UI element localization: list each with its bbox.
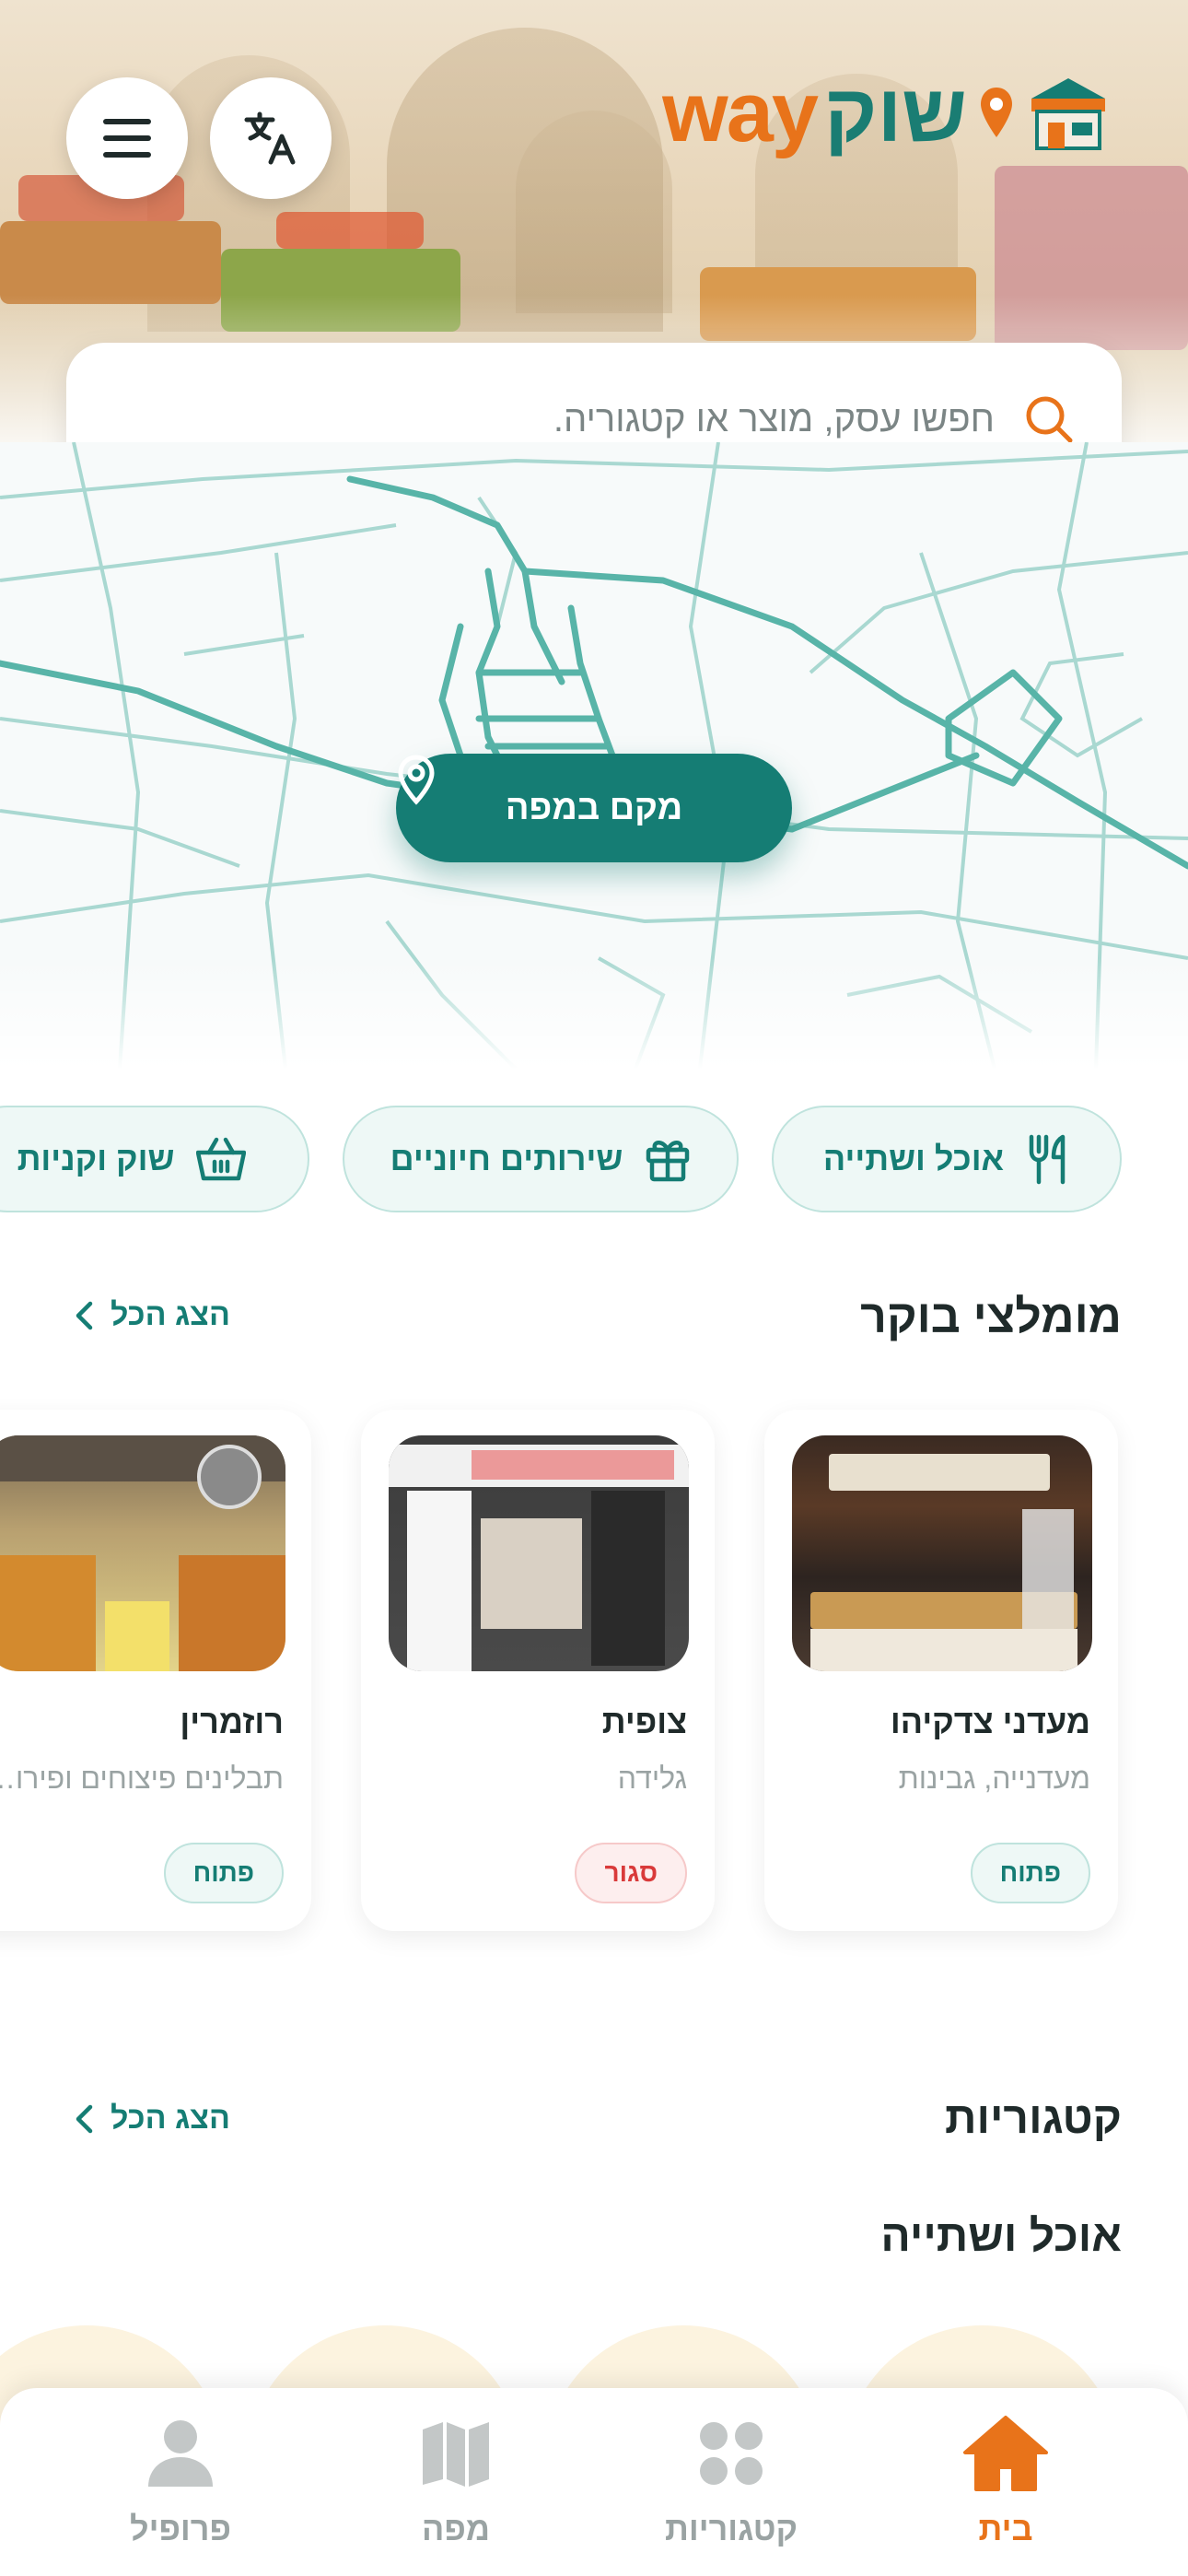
business-photo [792, 1435, 1092, 1671]
see-all-label: הצג הכל [111, 2101, 230, 2136]
chip-essential-services[interactable]: שירותים חיוניים [343, 1106, 739, 1212]
logo-latin-text: way [662, 65, 819, 159]
fork-knife-icon [1029, 1134, 1066, 1185]
logo-hebrew-text: שוק [824, 66, 967, 158]
business-name: רוזמרין [180, 1703, 284, 1740]
chip-food-drink[interactable]: אוכל ושתייה [772, 1106, 1122, 1212]
translate-icon [244, 111, 296, 165]
language-button[interactable] [210, 77, 332, 199]
chip-market-shopping[interactable]: שוק וקניות [0, 1106, 309, 1212]
business-photo [0, 1435, 285, 1671]
business-description: תבלינים פיצוחים ופירות יבשים [0, 1762, 284, 1795]
search-icon [1026, 396, 1073, 443]
map-pin-icon [981, 87, 1012, 137]
status-badge: סגור [575, 1843, 687, 1903]
search-input[interactable] [114, 398, 995, 440]
chevron-left-icon [76, 2104, 93, 2133]
map-pin-icon [398, 755, 435, 805]
category-chips: אוכל ושתייה שירותים חיוניים שוק וקניות [0, 1106, 1188, 1214]
nav-home[interactable]: בית [868, 2388, 1144, 2576]
recommended-title: מומלצי בוקר [860, 1291, 1122, 1342]
category-group-title: אוכל ושתייה [880, 2212, 1122, 2261]
menu-button[interactable] [66, 77, 188, 199]
chip-label: שוק וקניות [17, 1140, 175, 1177]
business-description: גלידה [617, 1762, 687, 1795]
locate-on-map-button[interactable]: מקם במפה [396, 754, 792, 862]
business-name: מעדני צדקיהו [890, 1703, 1090, 1740]
nav-map[interactable]: מפה [318, 2388, 594, 2576]
app-logo: way שוק [662, 64, 1114, 161]
categories-title: קטגוריות [945, 2094, 1122, 2143]
business-card[interactable]: רוזמרין תבלינים פיצוחים ופירות יבשים פתו… [0, 1410, 311, 1931]
status-badge: פתוח [970, 1843, 1090, 1903]
business-name: צופית [601, 1703, 687, 1740]
grid-icon [700, 2422, 763, 2485]
basket-icon [196, 1137, 247, 1181]
recommended-see-all-link[interactable]: הצג הכל [74, 1297, 230, 1333]
chip-label: שירותים חיוניים [390, 1140, 623, 1177]
home-icon [963, 2416, 1048, 2491]
market-stall-icon [1031, 77, 1105, 150]
locate-on-map-label: מקם במפה [505, 788, 683, 827]
categories-see-all-link[interactable]: הצג הכל [74, 2101, 230, 2137]
map-icon [423, 2422, 489, 2487]
profile-icon [148, 2420, 213, 2487]
business-card[interactable]: מעדני צדקיהו מעדנייה, גבינות פתוח [764, 1410, 1118, 1931]
see-all-label: הצג הכל [111, 1297, 230, 1332]
business-description: מעדנייה, גבינות [898, 1762, 1090, 1795]
bottom-navigation: בית קטגוריות מפה פרופיל [0, 2388, 1188, 2576]
nav-label: קטגוריות [665, 2510, 798, 2547]
nav-label: בית [978, 2510, 1033, 2547]
gift-icon [646, 1141, 690, 1182]
chevron-left-icon [76, 1301, 93, 1329]
nav-label: מפה [422, 2510, 490, 2547]
business-photo [389, 1435, 689, 1671]
nav-categories[interactable]: קטגוריות [593, 2388, 869, 2576]
map-preview[interactable]: מקם במפה [0, 442, 1188, 1069]
business-card[interactable]: צופית גלידה סגור [361, 1410, 715, 1931]
chip-label: אוכל ושתייה [822, 1140, 1005, 1177]
hamburger-menu-icon [103, 119, 151, 158]
nav-label: פרופיל [130, 2510, 231, 2547]
nav-profile[interactable]: פרופיל [42, 2388, 319, 2576]
status-badge: פתוח [163, 1843, 284, 1903]
